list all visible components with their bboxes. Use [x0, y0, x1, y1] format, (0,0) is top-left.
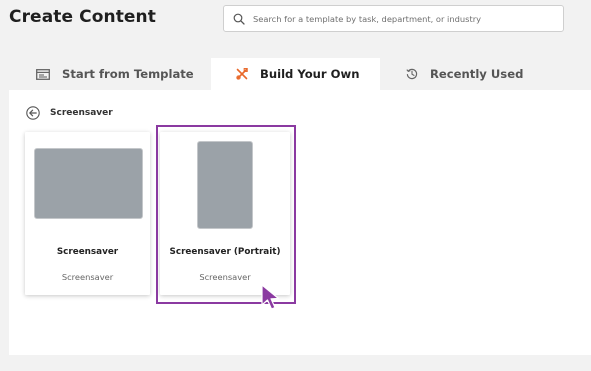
content-panel: Screensaver Screensaver Screensaver Scre…: [9, 90, 591, 355]
tools-icon: [236, 68, 248, 80]
card-subtitle: Screensaver: [61, 272, 114, 282]
breadcrumb-label: Screensaver: [50, 108, 113, 118]
breadcrumb[interactable]: Screensaver: [26, 106, 113, 120]
template-search-box[interactable]: [223, 5, 564, 32]
selection-highlight: [156, 125, 296, 304]
template-icon: [36, 68, 50, 80]
search-input[interactable]: [253, 13, 553, 24]
template-card-screensaver[interactable]: Screensaver Screensaver: [25, 132, 150, 295]
tab-start-from-template[interactable]: Start from Template: [36, 58, 194, 90]
tab-recently-used[interactable]: Recently Used: [406, 58, 523, 90]
search-icon: [233, 13, 245, 25]
mouse-cursor-icon: [261, 284, 280, 310]
landscape-thumbnail: [34, 148, 143, 219]
content-tabs: Start from Template Build Your Own Recen…: [0, 58, 591, 90]
tab-build-your-own[interactable]: Build Your Own: [211, 58, 380, 90]
tab-label: Start from Template: [62, 67, 194, 81]
tab-label: Build Your Own: [260, 67, 360, 81]
history-icon: [406, 68, 418, 80]
page-title: Create Content: [9, 7, 156, 27]
back-arrow-icon[interactable]: [26, 106, 40, 120]
create-content-page: Create Content Start from Template: [0, 0, 591, 371]
card-title: Screensaver: [56, 247, 119, 257]
tab-label: Recently Used: [430, 67, 524, 81]
